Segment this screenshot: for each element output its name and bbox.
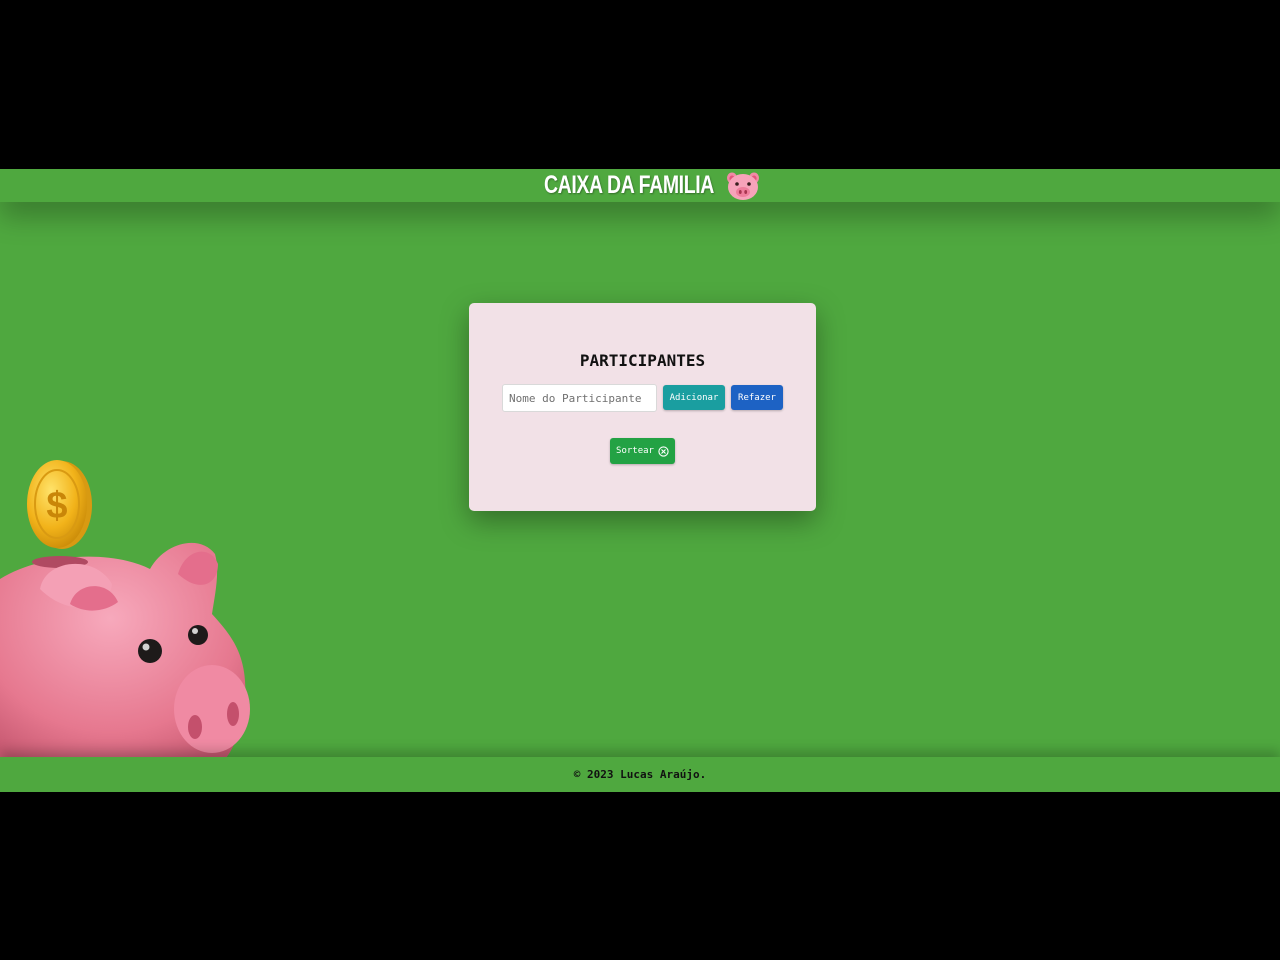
svg-text:$: $: [46, 485, 67, 527]
piggy-bank-icon: [0, 542, 250, 759]
pig-face-icon: [726, 172, 759, 200]
participant-name-input[interactable]: [502, 384, 657, 412]
card-title: PARTICIPANTES: [579, 351, 706, 370]
circle-x-icon: [658, 445, 669, 457]
add-participant-button[interactable]: Adicionar: [663, 385, 725, 410]
add-button-label: Adicionar: [669, 392, 719, 403]
header-bar: CAIXA DA FAMILIA: [0, 169, 1280, 202]
footer-bar: © 2023 Lucas Araújo.: [0, 757, 1280, 792]
copyright-text: © 2023 Lucas Araújo.: [573, 768, 707, 781]
draw-button[interactable]: Sortear: [610, 438, 675, 464]
piggy-bank-illustration: $: [0, 460, 250, 759]
draw-button-label: Sortear: [616, 446, 654, 456]
app-title: CAIXA DA FAMILIA: [544, 171, 714, 199]
participants-card: PARTICIPANTES Adicionar Refazer Sortear: [469, 303, 816, 511]
redo-button[interactable]: Refazer: [731, 385, 783, 410]
gold-coin-icon: $: [27, 460, 92, 549]
redo-button-label: Refazer: [738, 392, 776, 403]
app-viewport: CAIXA DA FAMILIA PARTICIPANTES Adicionar…: [0, 169, 1280, 792]
